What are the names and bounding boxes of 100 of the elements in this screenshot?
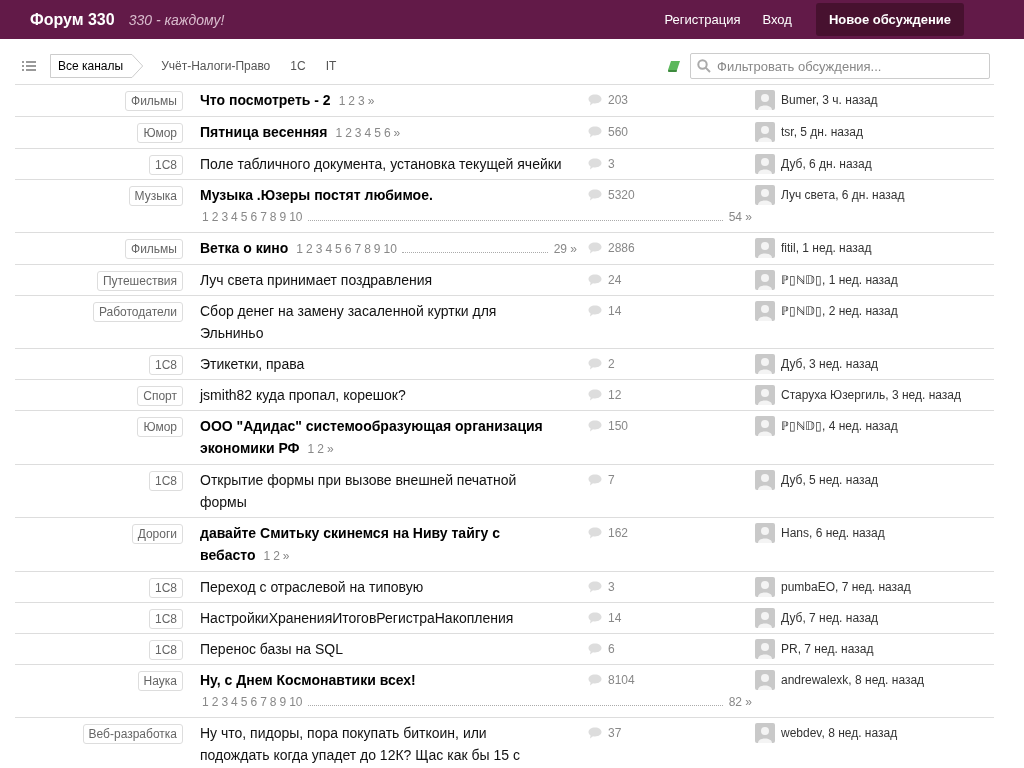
- channel-tag[interactable]: Наука: [137, 671, 183, 691]
- channel-tag[interactable]: Юмор: [137, 417, 183, 437]
- page-link[interactable]: »: [367, 94, 375, 108]
- page-link[interactable]: 54 »: [728, 206, 752, 228]
- page-link[interactable]: 6: [383, 126, 391, 140]
- page-link[interactable]: 29 »: [553, 238, 577, 260]
- page-link[interactable]: 7: [260, 691, 267, 713]
- channel-tag[interactable]: Фильмы: [125, 239, 183, 259]
- page-link[interactable]: 5: [240, 206, 248, 228]
- channel-tag[interactable]: Фильмы: [125, 91, 183, 111]
- channel-tag[interactable]: Юмор: [137, 123, 183, 143]
- page-link[interactable]: 6: [250, 691, 258, 713]
- page-link[interactable]: 4: [231, 691, 238, 713]
- page-link[interactable]: 3: [221, 206, 229, 228]
- channel-tag[interactable]: 1С8: [149, 355, 183, 375]
- page-link[interactable]: 9: [279, 206, 287, 228]
- page-link[interactable]: 1: [202, 206, 209, 228]
- channel-tag[interactable]: 1С8: [149, 155, 183, 175]
- page-link[interactable]: 10: [289, 206, 303, 228]
- page-link[interactable]: 4: [325, 238, 333, 260]
- page-link[interactable]: 8: [364, 238, 371, 260]
- topic-title[interactable]: вебасто: [200, 544, 256, 566]
- channel-tag[interactable]: 1С8: [149, 578, 183, 598]
- page-link[interactable]: 8: [269, 206, 277, 228]
- topic-title[interactable]: давайте Смитьку скинемся на Ниву тайгу с: [200, 522, 501, 544]
- topic-title[interactable]: jsmith82 куда пропал, корешок?: [200, 384, 406, 406]
- page-link[interactable]: 1: [263, 549, 271, 563]
- page-link[interactable]: 3: [221, 691, 229, 713]
- topic-title[interactable]: Переход с отраслевой на типовую: [200, 576, 424, 598]
- header-link[interactable]: Вход: [762, 12, 792, 27]
- page-link[interactable]: 10: [289, 691, 303, 713]
- channel-tag[interactable]: 1С8: [149, 471, 183, 491]
- page-link[interactable]: 2: [348, 94, 355, 108]
- channel-tag[interactable]: Спорт: [137, 386, 183, 406]
- topic-title[interactable]: Музыка .Юзеры постят любимое.: [200, 184, 433, 206]
- comment-icon: [588, 274, 602, 286]
- topic-title[interactable]: Перенос базы на SQL: [200, 638, 343, 660]
- page-link[interactable]: 2: [306, 238, 313, 260]
- channel-tab[interactable]: 1С: [284, 54, 312, 78]
- channel-tag[interactable]: Путешествия: [96, 271, 183, 291]
- page-link[interactable]: 5: [240, 691, 248, 713]
- header-link[interactable]: Регистрация: [664, 12, 741, 27]
- channel-tab[interactable]: Все каналы: [50, 54, 144, 78]
- page-link[interactable]: 6: [344, 238, 352, 260]
- topic-title[interactable]: ООО "Адидас" системообразующая организация: [200, 415, 543, 437]
- page-link[interactable]: 2: [211, 206, 219, 228]
- channel-tag[interactable]: 1С8: [149, 640, 183, 660]
- page-link[interactable]: »: [282, 549, 290, 563]
- page-link[interactable]: 1: [335, 126, 343, 140]
- channel-tag[interactable]: Дороги: [131, 524, 183, 544]
- page-link[interactable]: 9: [279, 691, 287, 713]
- site-logo[interactable]: Форум 330: [30, 10, 115, 29]
- channel-tag[interactable]: Музыка: [128, 186, 183, 206]
- topic-title[interactable]: Пятница весенняя: [200, 121, 328, 143]
- topic-title[interactable]: НастройкиХраненияИтоговРегистраНакопления: [200, 607, 514, 629]
- search-field[interactable]: Фильтровать обсуждения...: [690, 53, 990, 79]
- page-link[interactable]: 1: [307, 442, 315, 456]
- page-link[interactable]: 2: [273, 549, 280, 563]
- page-link[interactable]: 3: [358, 94, 365, 108]
- page-link[interactable]: 2: [317, 442, 324, 456]
- page-link[interactable]: 4: [364, 126, 372, 140]
- topic-title[interactable]: Этикетки, права: [200, 353, 305, 375]
- channel-tag[interactable]: Работодатели: [92, 302, 183, 322]
- page-link[interactable]: 2: [211, 691, 219, 713]
- topic-title[interactable]: Ну, с Днем Космонавтики всех!: [200, 669, 416, 691]
- channel-tab[interactable]: IT: [319, 54, 343, 78]
- comment-icon: [588, 674, 602, 686]
- topic-title[interactable]: формы: [200, 491, 247, 513]
- page-link[interactable]: 6: [250, 206, 258, 228]
- topic-title[interactable]: Что посмотреть - 2: [200, 89, 331, 111]
- new-discussion-button[interactable]: Новое обсуждение: [815, 3, 964, 36]
- channel-tab[interactable]: Учёт-Налоги-Право: [155, 54, 277, 78]
- topic-title[interactable]: Эльниньо: [200, 322, 264, 344]
- topic-title[interactable]: Открытие формы при вызове внешней печатной: [200, 469, 517, 491]
- channel-tag[interactable]: 1С8: [149, 609, 183, 629]
- topic-title[interactable]: Поле табличного документа, установка текущей ячейки: [200, 153, 562, 175]
- page-link[interactable]: »: [326, 442, 334, 456]
- topic-title[interactable]: Ну что, пидоры, пора покупать биткоин, или: [200, 722, 487, 744]
- page-link[interactable]: 10: [383, 238, 397, 260]
- topic-title[interactable]: подождать когда упадет до 12К? Щас как бы 15 с: [200, 744, 520, 766]
- page-link[interactable]: 5: [374, 126, 381, 140]
- page-link[interactable]: 82 »: [728, 691, 752, 713]
- page-link[interactable]: 4: [231, 206, 238, 228]
- page-link[interactable]: 1: [296, 238, 303, 260]
- page-link[interactable]: »: [393, 126, 401, 140]
- page-link[interactable]: 3: [315, 238, 323, 260]
- page-link[interactable]: 7: [260, 206, 267, 228]
- topic-title[interactable]: Луч света принимает поздравления: [200, 269, 433, 291]
- page-link[interactable]: 1: [338, 94, 346, 108]
- page-link[interactable]: 5: [335, 238, 342, 260]
- page-link[interactable]: 7: [354, 238, 362, 260]
- topic-title[interactable]: экономики РФ: [200, 437, 300, 459]
- page-link[interactable]: 3: [354, 126, 362, 140]
- topic-title[interactable]: Сбор денег на замену засаленной куртки для: [200, 300, 497, 322]
- page-link[interactable]: 1: [202, 691, 209, 713]
- channel-tag[interactable]: Веб-разработка: [82, 724, 183, 744]
- page-link[interactable]: 8: [269, 691, 277, 713]
- page-link[interactable]: 9: [373, 238, 381, 260]
- topic-title[interactable]: Ветка о кино: [200, 237, 289, 259]
- page-link[interactable]: 2: [345, 126, 352, 140]
